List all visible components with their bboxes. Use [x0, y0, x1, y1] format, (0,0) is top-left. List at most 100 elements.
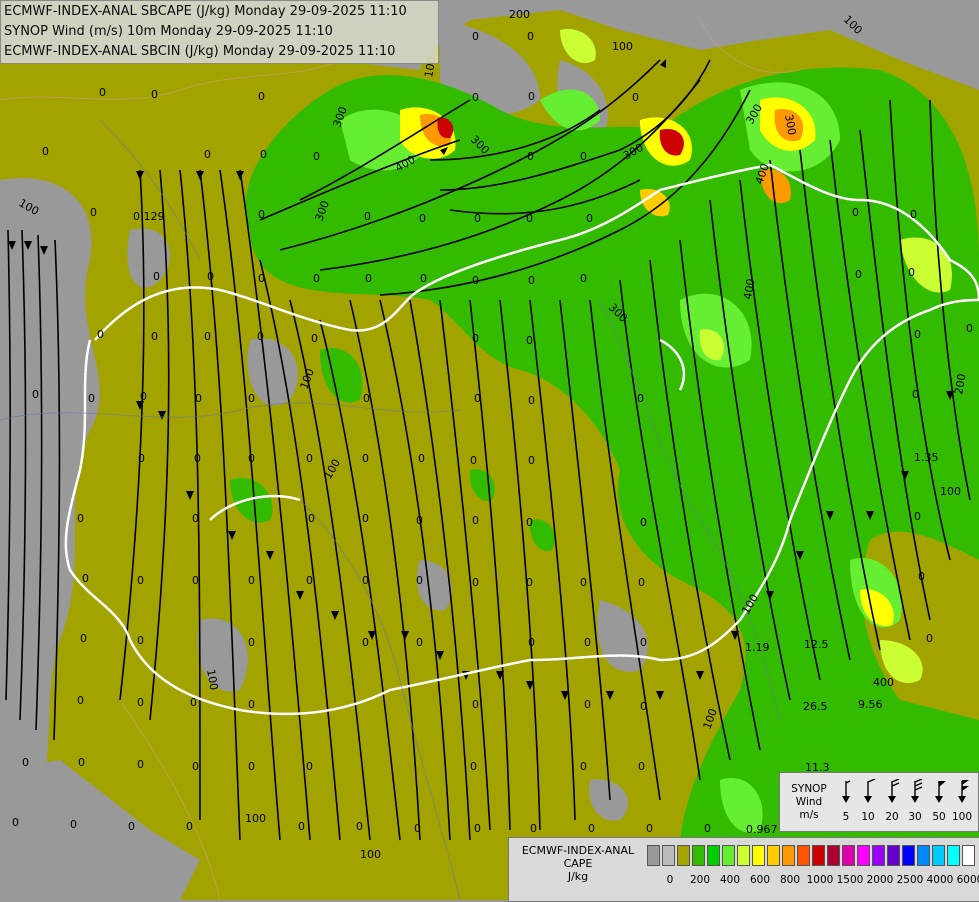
cape-color-legend: ECMWF-INDEX-ANAL CAPE J/kg 0 200 400 600 800… — [508, 837, 979, 902]
cape-swatch — [917, 845, 930, 866]
wind-barb-100-icon — [958, 780, 969, 803]
svg-text:0: 0 — [192, 512, 199, 525]
svg-text:0: 0 — [192, 760, 199, 773]
svg-text:0: 0 — [418, 452, 425, 465]
svg-text:0: 0 — [137, 634, 144, 647]
svg-text:0: 0 — [528, 454, 535, 467]
svg-text:100: 100 — [360, 848, 381, 861]
svg-text:0: 0 — [414, 822, 421, 835]
synop-legend-title: SYNOP Wind m/s — [791, 783, 827, 821]
svg-text:0: 0 — [365, 272, 372, 285]
cape-swatch — [707, 845, 720, 866]
svg-text:0: 0 — [306, 760, 313, 773]
svg-text:0: 0 — [137, 696, 144, 709]
svg-text:0: 0 — [137, 758, 144, 771]
svg-text:0: 0 — [90, 206, 97, 219]
svg-text:0: 0 — [313, 150, 320, 163]
svg-text:0: 0 — [207, 270, 214, 283]
svg-text:0: 0 — [138, 452, 145, 465]
synop-value-5: 5 — [842, 811, 850, 823]
cape-swatch — [782, 845, 795, 866]
svg-text:0: 0 — [416, 636, 423, 649]
svg-text:0: 0 — [195, 392, 202, 405]
svg-text:0: 0 — [12, 816, 19, 829]
svg-text:0: 0 — [527, 30, 534, 43]
cape-swatch — [677, 845, 690, 866]
svg-text:0: 0 — [580, 760, 587, 773]
svg-text:0: 0 — [151, 330, 158, 343]
svg-text:400: 400 — [873, 676, 894, 689]
cape-tick-label: 6000 — [956, 874, 979, 886]
wind-barb-50-icon — [935, 781, 946, 803]
synop-value-10: 10 — [861, 811, 875, 823]
svg-text:0: 0 — [588, 822, 595, 835]
wind-barb-30-icon — [911, 779, 923, 803]
cape-swatch — [797, 845, 810, 866]
svg-text:0: 0 — [419, 212, 426, 225]
svg-text:0: 0 — [204, 330, 211, 343]
svg-text:0: 0 — [638, 576, 645, 589]
svg-text:9.56: 9.56 — [858, 698, 883, 711]
map-title-box: ECMWF-INDEX-ANAL SBCAPE (J/kg) Monday 29… — [0, 0, 439, 64]
wind-barb-5-icon — [842, 780, 851, 803]
cape-swatch — [962, 845, 975, 866]
svg-text:0: 0 — [192, 574, 199, 587]
svg-text:0: 0 — [32, 388, 39, 401]
svg-text:0: 0 — [474, 212, 481, 225]
svg-text:0: 0 — [640, 516, 647, 529]
cape-swatch — [932, 845, 945, 866]
svg-text:0: 0 — [640, 700, 647, 713]
svg-text:1.35: 1.35 — [914, 451, 939, 464]
svg-text:0: 0 — [472, 274, 479, 287]
svg-text:0: 0 — [966, 322, 973, 335]
svg-text:200: 200 — [509, 8, 530, 21]
svg-text:0: 0 — [298, 820, 305, 833]
wind-barb-20-icon — [888, 779, 900, 803]
svg-text:0: 0 — [584, 698, 591, 711]
svg-text:0: 0 — [530, 822, 537, 835]
cape-swatch — [947, 845, 960, 866]
svg-text:0: 0 — [356, 820, 363, 833]
svg-text:0: 0 — [586, 212, 593, 225]
svg-text:0: 0 — [258, 272, 265, 285]
svg-text:0: 0 — [362, 574, 369, 587]
svg-text:0: 0 — [260, 148, 267, 161]
cape-swatch — [827, 845, 840, 866]
svg-text:0: 0 — [311, 332, 318, 345]
svg-text:0: 0 — [248, 698, 255, 711]
svg-text:0: 0 — [97, 328, 104, 341]
svg-text:0: 0 — [580, 576, 587, 589]
svg-text:0: 0 — [194, 452, 201, 465]
svg-text:100: 100 — [612, 40, 633, 53]
svg-text:0: 0 — [153, 270, 160, 283]
svg-text:0: 0 — [527, 150, 534, 163]
svg-text:0: 0 — [204, 148, 211, 161]
svg-text:0: 0 — [472, 514, 479, 527]
svg-text:0: 0 — [580, 272, 587, 285]
svg-text:0: 0 — [416, 514, 423, 527]
svg-text:100: 100 — [245, 812, 266, 825]
svg-text:0: 0 — [472, 332, 479, 345]
synop-value-100: 100 — [951, 811, 973, 823]
cape-swatch — [842, 845, 855, 866]
svg-text:0: 0 — [910, 208, 917, 221]
svg-text:0: 0 — [908, 266, 915, 279]
svg-text:0: 0 — [918, 570, 925, 583]
svg-text:0: 0 — [580, 150, 587, 163]
svg-text:0: 0 — [248, 574, 255, 587]
svg-text:0: 0 — [78, 756, 85, 769]
svg-text:0: 0 — [526, 212, 533, 225]
svg-text:0: 0 — [140, 390, 147, 403]
svg-text:0: 0 — [137, 574, 144, 587]
svg-text:0: 0 — [77, 512, 84, 525]
svg-text:0: 0 — [416, 574, 423, 587]
svg-text:0: 0 — [82, 572, 89, 585]
svg-text:0: 0 — [257, 330, 264, 343]
svg-text:0: 0 — [128, 820, 135, 833]
svg-text:0: 0 — [528, 274, 535, 287]
svg-text:0: 0 — [632, 91, 639, 104]
svg-text:0: 0 — [638, 760, 645, 773]
svg-text:0: 0 — [190, 696, 197, 709]
svg-text:0: 0 — [364, 210, 371, 223]
svg-text:0: 0 — [186, 820, 193, 833]
